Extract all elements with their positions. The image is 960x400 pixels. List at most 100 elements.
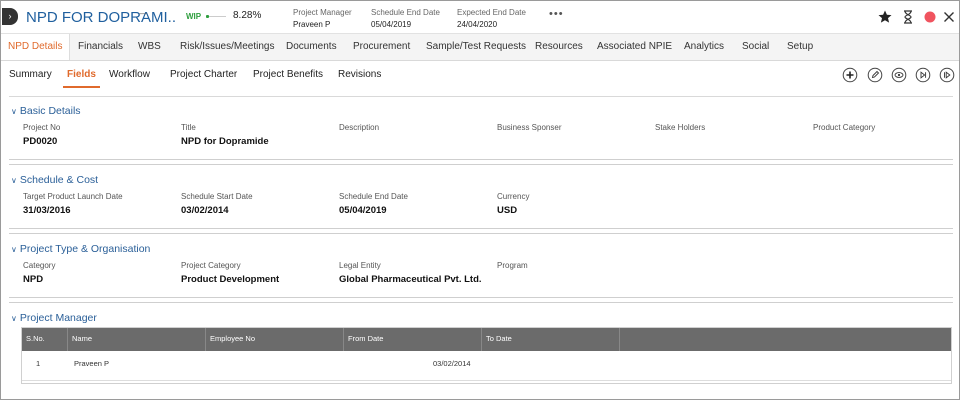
field-value: 03/02/2014 bbox=[181, 205, 229, 216]
tab-wbs[interactable]: WBS bbox=[138, 34, 161, 60]
schedule-end-meta: Schedule End Date 05/04/2019 bbox=[371, 8, 440, 29]
tab-npd-details[interactable]: NPD Details bbox=[1, 34, 71, 60]
app-window: › NPD FOR DOPRAMI.. — WIP 8.28% Project … bbox=[0, 0, 960, 400]
tab-financials[interactable]: Financials bbox=[78, 34, 123, 60]
section-title: Project Type & Organisation bbox=[19, 243, 151, 255]
title-edit-mark[interactable]: — bbox=[139, 9, 147, 18]
close-icon[interactable] bbox=[941, 9, 957, 25]
field-label: Product Category bbox=[813, 123, 876, 132]
field-project-category: Project Category Product Development bbox=[181, 261, 279, 285]
more-options-icon[interactable]: ••• bbox=[549, 8, 564, 20]
expected-end-label: Expected End Date bbox=[457, 8, 526, 17]
tab-procurement[interactable]: Procurement bbox=[353, 34, 410, 60]
record-status-icon[interactable] bbox=[922, 9, 938, 25]
tab-resources[interactable]: Resources bbox=[535, 34, 583, 60]
chevron-right-icon: › bbox=[8, 11, 12, 21]
field-label: Business Sponser bbox=[497, 123, 562, 132]
section-divider bbox=[9, 297, 953, 298]
cell-name: Praveen P bbox=[74, 359, 110, 368]
project-manager-table: S.No. Name Employee No From Date To Date… bbox=[21, 327, 952, 384]
field-currency: Currency USD bbox=[497, 192, 529, 216]
tab-sample-test-requests[interactable]: Sample/Test Requests bbox=[426, 34, 526, 60]
field-value: Product Development bbox=[181, 274, 280, 285]
field-label: Currency bbox=[497, 192, 530, 201]
tab-setup[interactable]: Setup bbox=[787, 34, 813, 60]
project-title: NPD FOR DOPRAMI.. bbox=[26, 9, 177, 26]
field-category: Category NPD bbox=[23, 261, 55, 285]
field-value: 31/03/2016 bbox=[23, 205, 71, 216]
field-schedule-start-date: Schedule Start Date 03/02/2014 bbox=[181, 192, 253, 216]
column-header-employee-no[interactable]: Employee No bbox=[206, 328, 344, 351]
project-manager-meta: Project Manager Praveen P bbox=[293, 8, 352, 29]
field-value: Global Pharmaceutical Pvt. Ltd. bbox=[339, 274, 482, 285]
field-value: 05/04/2019 bbox=[339, 205, 387, 216]
tab-analytics[interactable]: Analytics bbox=[684, 34, 724, 60]
chevron-down-icon: ∨ bbox=[11, 314, 17, 323]
field-label: Project No bbox=[23, 123, 61, 132]
section-divider bbox=[9, 228, 953, 229]
project-manager-value: Praveen P bbox=[293, 20, 331, 29]
section-project-type-toggle[interactable]: ∨ Project Type & Organisation bbox=[11, 243, 150, 255]
subtab-fields[interactable]: Fields bbox=[63, 62, 100, 88]
subtab-revisions[interactable]: Revisions bbox=[338, 62, 381, 88]
field-label: Stake Holders bbox=[655, 123, 706, 132]
column-header-name[interactable]: Name bbox=[68, 328, 206, 351]
chevron-down-icon: ∨ bbox=[11, 107, 17, 116]
section-basic-details-toggle[interactable]: ∨ Basic Details bbox=[11, 105, 81, 117]
field-label: Target Product Launch Date bbox=[23, 192, 123, 201]
schedule-end-label: Schedule End Date bbox=[371, 8, 440, 17]
field-schedule-end-date: Schedule End Date 05/04/2019 bbox=[339, 192, 408, 216]
expected-end-value: 24/04/2020 bbox=[457, 20, 498, 29]
field-label: Program bbox=[497, 261, 528, 270]
column-header-from-date[interactable]: From Date bbox=[344, 328, 482, 351]
field-description: Description bbox=[339, 123, 379, 136]
add-icon[interactable] bbox=[842, 67, 858, 83]
hourglass-icon[interactable] bbox=[900, 9, 916, 25]
table-row[interactable]: 1 Praveen P 03/02/2014 bbox=[22, 354, 951, 374]
tab-documents[interactable]: Documents bbox=[286, 34, 337, 60]
field-label: Title bbox=[181, 123, 196, 132]
star-icon[interactable] bbox=[877, 9, 893, 25]
progress-bar bbox=[206, 15, 226, 18]
progress-bar-fill bbox=[206, 15, 209, 18]
schedule-end-value: 05/04/2019 bbox=[371, 20, 412, 29]
section-title: Basic Details bbox=[19, 105, 81, 117]
forward-icon[interactable] bbox=[939, 67, 955, 83]
chevron-down-icon: ∨ bbox=[11, 176, 17, 185]
field-value: PD0020 bbox=[23, 136, 58, 147]
tab-social[interactable]: Social bbox=[742, 34, 769, 60]
field-business-sponser: Business Sponser bbox=[497, 123, 561, 136]
field-product-category: Product Category bbox=[813, 123, 875, 136]
section-schedule-cost-toggle[interactable]: ∨ Schedule & Cost bbox=[11, 174, 98, 186]
subtab-summary[interactable]: Summary bbox=[9, 62, 52, 88]
chevron-down-icon: ∨ bbox=[11, 245, 17, 254]
column-header-to-date[interactable]: To Date bbox=[482, 328, 620, 351]
section-divider bbox=[9, 302, 953, 303]
field-value: NPD bbox=[23, 274, 44, 285]
status-badge: WIP bbox=[186, 12, 202, 21]
cell-from-date: 03/02/2014 bbox=[433, 359, 471, 368]
subtab-project-charter[interactable]: Project Charter bbox=[170, 62, 237, 88]
field-label: Schedule End Date bbox=[339, 192, 408, 201]
section-title: Schedule & Cost bbox=[19, 174, 99, 186]
tab-associated-npie[interactable]: Associated NPIE bbox=[597, 34, 672, 60]
subtab-project-benefits[interactable]: Project Benefits bbox=[253, 62, 323, 88]
view-icon[interactable] bbox=[891, 67, 907, 83]
section-project-manager-toggle[interactable]: ∨ Project Manager bbox=[11, 312, 97, 324]
skip-next-icon[interactable] bbox=[915, 67, 931, 83]
field-program: Program bbox=[497, 261, 528, 274]
column-header-sno[interactable]: S.No. bbox=[22, 328, 68, 351]
section-divider bbox=[9, 164, 953, 165]
cell-sno: 1 bbox=[36, 359, 41, 368]
section-divider bbox=[9, 233, 953, 234]
table-footer-rule bbox=[22, 380, 951, 381]
edit-icon[interactable] bbox=[867, 67, 883, 83]
sub-tab-bar: Summary Fields Workflow Project Charter … bbox=[1, 62, 959, 89]
tab-risk-issues-meetings[interactable]: Risk/Issues/Meetings bbox=[180, 34, 274, 60]
field-label: Schedule Start Date bbox=[181, 192, 253, 201]
field-stake-holders: Stake Holders bbox=[655, 123, 705, 136]
field-title: Title NPD for Dopramide bbox=[181, 123, 269, 147]
main-tab-bar: NPD Details Financials WBS Risk/Issues/M… bbox=[1, 34, 959, 61]
expand-panel-button[interactable]: › bbox=[2, 8, 18, 25]
subtab-workflow[interactable]: Workflow bbox=[109, 62, 150, 88]
